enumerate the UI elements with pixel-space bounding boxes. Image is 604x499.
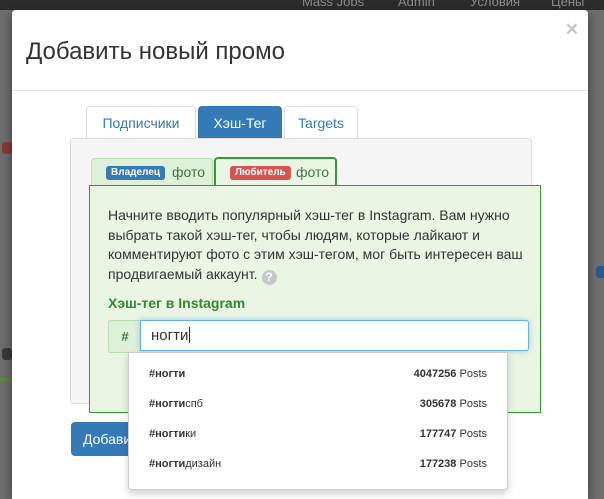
modal-header: Добавить новый промо × <box>12 10 588 91</box>
suggestion-item[interactable]: #ногтиспб 305678 Posts <box>129 390 507 420</box>
suggestion-count: 177238 Posts <box>419 458 487 470</box>
modal-title: Добавить новый промо <box>26 38 285 65</box>
background-green-strip <box>0 378 12 381</box>
text-caret <box>189 327 191 343</box>
subtab-fan-photo[interactable]: Любитель фото <box>214 157 337 188</box>
suggestion-tag: #ногти <box>149 368 186 380</box>
help-icon[interactable]: ? <box>261 269 277 285</box>
suggestion-item[interactable]: #ногти 4047256 Posts <box>129 360 507 390</box>
close-icon[interactable]: × <box>566 19 578 40</box>
suggestion-count: 4047256 Posts <box>413 368 487 380</box>
suggestion-count: 177747 Posts <box>419 428 487 440</box>
background-nav-item: Условия <box>470 0 521 9</box>
subtab-fan-label: фото <box>296 164 330 180</box>
owner-badge: Владелец <box>106 166 165 180</box>
hashtag-field-label: Хэш-тег в Instagram <box>108 295 246 311</box>
suggestion-tag: #ногтидизайн <box>149 458 222 470</box>
hash-addon: # <box>108 320 141 353</box>
suggestion-count: 305678 Posts <box>419 398 487 410</box>
suggestion-item[interactable]: #ногтики 177747 Posts <box>129 420 507 450</box>
background-navbar: Mass Jobs Admin Условия Цены <box>0 0 604 10</box>
subtab-owner-photo[interactable]: Владелец фото <box>91 158 213 187</box>
hashtag-suggestions: #ногти 4047256 Posts #ногтиспб 305678 Po… <box>128 352 508 490</box>
background-nav-item: Цены <box>551 0 585 9</box>
tab-hashtag[interactable]: Хэш-Тег <box>198 106 282 139</box>
hashtag-description: Начните вводить популярный хэш-тег в Ins… <box>108 206 528 285</box>
tab-targets[interactable]: Targets <box>284 106 358 139</box>
hashtag-input[interactable]: ногти <box>140 320 529 351</box>
background-nav-item: Mass Jobs <box>302 0 365 9</box>
background-nav-item: Admin <box>398 0 435 9</box>
suggestion-tag: #ногтики <box>149 428 197 440</box>
subtab-owner-label: фото <box>172 164 206 180</box>
background-badge <box>2 348 12 360</box>
fan-badge: Любитель <box>230 166 291 180</box>
description-text: Начните вводить популярный хэш-тег в Ins… <box>108 207 523 282</box>
background-badge <box>596 266 604 278</box>
background-right-panel <box>588 10 604 499</box>
suggestion-tag: #ногтиспб <box>149 398 203 410</box>
tab-subscribers[interactable]: Подписчики <box>86 106 196 139</box>
hashtag-input-value: ногти <box>151 327 189 344</box>
suggestion-item[interactable]: #ногтидизайн 177238 Posts <box>129 450 507 480</box>
background-left-panel <box>0 10 12 499</box>
background-badge <box>2 142 12 154</box>
